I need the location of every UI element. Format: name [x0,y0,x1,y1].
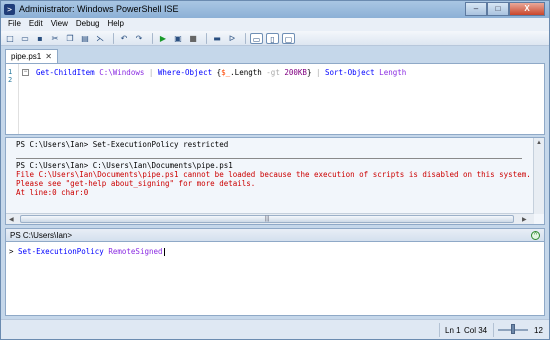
error-line: At line:0 char:0 [16,188,89,197]
menu-help[interactable]: Help [104,18,128,31]
error-line: Please see "get-help about_signing" for … [16,179,256,188]
scroll-up-icon[interactable]: ▲ [536,140,542,146]
status-bar: Ln 1 Col 34 12 [1,319,549,339]
command-line: > Set-ExecutionPolicy RemoteSigned [9,247,165,256]
line-number: 2 [8,76,13,84]
toolbar-separator [206,32,207,44]
code-line: Get-ChildItem C:\Windows | Where-Object … [36,68,406,77]
cmdlet-token: Set-ExecutionPolicy [18,247,104,256]
copy-icon[interactable]: ❐ [64,33,76,44]
clear-icon[interactable]: ⋋ [94,33,106,44]
status-divider [493,323,494,337]
layout-script-right-icon[interactable]: ▯ [266,32,279,44]
text-caret [163,248,165,256]
cmdlet-token: Where-Object [157,68,213,77]
stop-icon[interactable]: ■ [187,33,199,44]
command-pane-header: PS C:\Users\Ian> ^ [5,228,545,242]
menu-debug[interactable]: Debug [73,18,105,31]
window-title: Administrator: Windows PowerShell ISE [19,4,179,14]
error-line: File C:\Users\Ian\Documents\pipe.ps1 can… [16,170,531,179]
window-controls: – □ X [465,2,545,16]
output-horizontal-scrollbar[interactable]: ◀ ||| ▶ [6,213,534,224]
open-icon[interactable]: ▭ [19,33,31,44]
close-tab-icon[interactable]: ✕ [45,52,52,61]
line-number-gutter: 1 2 [6,64,19,134]
run-icon[interactable]: ▶ [157,33,169,44]
new-remote-tab-icon[interactable]: ▬ [211,33,223,44]
minimize-button[interactable]: – [465,2,487,16]
cmdlet-token: Get-ChildItem [36,68,95,77]
argument-token: RemoteSigned [103,247,163,256]
menu-bar: File Edit View Debug Help [1,18,549,31]
brace-token: { [212,68,222,77]
tab-label: pipe.ps1 [11,52,42,61]
prompt-symbol: > [9,247,14,256]
status-divider [439,323,440,337]
close-button[interactable]: X [509,2,545,16]
ise-window: > Administrator: Windows PowerShell ISE … [0,0,550,340]
scroll-left-icon[interactable]: ◀ [9,216,14,223]
output-separator [16,158,522,159]
menu-view[interactable]: View [48,18,73,31]
status-line-number: Ln 1 [445,326,461,335]
output-pane[interactable]: PS C:\Users\Ian> Set-ExecutionPolicy res… [5,137,545,225]
paste-icon[interactable]: ▤ [79,33,91,44]
variable-token: $_ [221,68,231,77]
pipe-token: | [311,68,325,77]
script-tabs: pipe.ps1 ✕ [5,49,58,63]
cut-icon[interactable]: ✂ [49,33,61,44]
layout-script-top-icon[interactable]: ▭ [250,32,263,44]
toolbar-separator [113,32,114,44]
output-line: PS C:\Users\Ian> Set-ExecutionPolicy res… [16,140,229,149]
pipe-token: | [144,68,158,77]
save-icon[interactable]: ▪ [34,33,46,44]
horizontal-scroll-thumb[interactable]: ||| [20,215,514,223]
menu-edit[interactable]: Edit [26,18,48,31]
argument-token: C:\Windows [94,68,145,77]
line-number: 1 [8,68,13,76]
zoom-slider-thumb[interactable] [511,324,515,334]
new-icon[interactable]: □ [4,33,16,44]
menu-file[interactable]: File [5,18,26,31]
run-selection-icon[interactable]: ▣ [172,33,184,44]
output-line: PS C:\Users\Ian> C:\Users\Ian\Documents\… [16,161,233,170]
zoom-value: 12 [534,326,543,335]
start-powershell-icon[interactable]: ᐅ [226,33,238,44]
cmdlet-token: Sort-Object [325,68,375,77]
toolbar: □ ▭ ▪ ✂ ❐ ▤ ⋋ ↶ ↷ ▶ ▣ ■ ▬ ᐅ ▭ ▯ ▢ [1,31,549,46]
title-bar[interactable]: > Administrator: Windows PowerShell ISE … [1,1,549,18]
collapse-region-icon[interactable]: − [22,69,29,76]
undo-icon[interactable]: ↶ [118,33,130,44]
maximize-button[interactable]: □ [487,2,509,16]
toolbar-separator [152,32,153,44]
output-vertical-scrollbar[interactable]: ▲ [533,138,544,214]
scroll-right-icon[interactable]: ▶ [522,216,527,223]
command-input[interactable]: > Set-ExecutionPolicy RemoteSigned [5,242,545,316]
tab-pipe-ps1[interactable]: pipe.ps1 ✕ [5,49,58,63]
toolbar-separator [245,32,246,44]
argument-token: Length [374,68,407,77]
layout-script-max-icon[interactable]: ▢ [282,32,295,44]
command-prompt-label: PS C:\Users\Ian> [10,231,73,240]
member-token: .Length [230,68,262,77]
script-editor[interactable]: 1 2 − Get-ChildItem C:\Windows | Where-O… [5,63,545,135]
number-token: 200KB [284,68,307,77]
redo-icon[interactable]: ↷ [133,33,145,44]
status-column-number: Col 34 [464,326,488,335]
operator-token: -gt [261,68,285,77]
collapse-command-pane-icon[interactable]: ^ [531,231,540,240]
powershell-icon: > [4,4,15,15]
